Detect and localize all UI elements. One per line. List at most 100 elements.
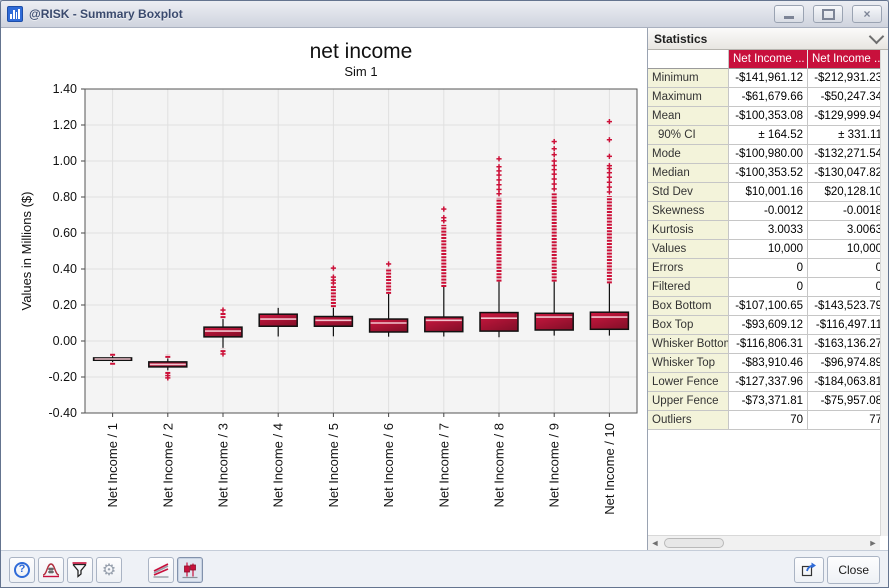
help-button[interactable]: ? bbox=[9, 557, 35, 583]
stats-value-cell: -$50,247.34 bbox=[808, 88, 881, 107]
stats-row: Whisker Top-$83,910.46-$96,974.89 bbox=[648, 354, 881, 373]
stats-row: Whisker Bottom-$116,806.31-$163,136.27 bbox=[648, 335, 881, 354]
settings-button[interactable]: ⚙ bbox=[96, 557, 122, 583]
stats-row-label: Box Top bbox=[648, 316, 729, 335]
risk-summary-boxplot-window: @RISK - Summary Boxplot × net incomeSim … bbox=[0, 0, 889, 588]
boxplot-chart-pane: net incomeSim 1-0.40-0.200.000.200.400.6… bbox=[1, 28, 648, 550]
stats-row-label: Whisker Bottom bbox=[648, 335, 729, 354]
scroll-right-arrow-icon[interactable]: ► bbox=[866, 537, 880, 549]
svg-text:Net Income / 3: Net Income / 3 bbox=[216, 423, 231, 508]
stats-value-cell: -$83,910.46 bbox=[729, 354, 808, 373]
stats-row-label: Std Dev bbox=[648, 183, 729, 202]
filter-button[interactable] bbox=[67, 557, 93, 583]
scroll-left-arrow-icon[interactable]: ◄ bbox=[648, 537, 662, 549]
minimize-button[interactable] bbox=[774, 5, 804, 23]
trend-lines-icon bbox=[152, 561, 170, 579]
stats-row-label: Filtered bbox=[648, 278, 729, 297]
stats-value-cell: 10,000 bbox=[729, 240, 808, 259]
stats-value-cell: -$130,047.82 bbox=[808, 164, 881, 183]
filter-funnel-icon bbox=[71, 561, 89, 579]
summary-boxplot-chart: net incomeSim 1-0.40-0.200.000.200.400.6… bbox=[1, 28, 647, 546]
stats-row: Kurtosis3.00333.0063 bbox=[648, 221, 881, 240]
svg-text:Values in Millions ($): Values in Millions ($) bbox=[19, 192, 34, 311]
stats-row: Values10,00010,000 bbox=[648, 240, 881, 259]
stats-row: Filtered00 bbox=[648, 278, 881, 297]
stats-value-cell: -$132,271.54 bbox=[808, 145, 881, 164]
close-button[interactable]: Close bbox=[827, 556, 880, 584]
stats-value-cell: -$100,353.52 bbox=[729, 164, 808, 183]
chevron-down-icon[interactable] bbox=[869, 29, 885, 45]
stats-row: Std Dev$10,001.16$20,128.10 bbox=[648, 183, 881, 202]
svg-text:-0.40: -0.40 bbox=[49, 406, 78, 420]
svg-text:0.40: 0.40 bbox=[53, 262, 77, 276]
stats-row: Upper Fence-$73,371.81-$75,957.08 bbox=[648, 392, 881, 411]
export-button[interactable] bbox=[794, 557, 824, 583]
distribution-curve-icon bbox=[42, 561, 60, 579]
stats-value-cell: 77 bbox=[808, 411, 881, 430]
stats-row: Outliers7077 bbox=[648, 411, 881, 430]
scrollbar-thumb[interactable] bbox=[664, 538, 724, 548]
svg-text:Net Income / 10: Net Income / 10 bbox=[602, 423, 617, 515]
distribution-format-button[interactable] bbox=[38, 557, 64, 583]
stats-value-cell: -$61,679.66 bbox=[729, 88, 808, 107]
svg-text:1.20: 1.20 bbox=[53, 118, 77, 132]
summary-boxplot-button[interactable] bbox=[177, 557, 203, 583]
svg-text:Net Income / 4: Net Income / 4 bbox=[271, 423, 286, 508]
stats-value-cell: 3.0063 bbox=[808, 221, 881, 240]
stats-column-header[interactable]: Net Income ... bbox=[808, 50, 881, 69]
stats-row: Errors00 bbox=[648, 259, 881, 278]
svg-text:0.80: 0.80 bbox=[53, 190, 77, 204]
stats-value-cell: 70 bbox=[729, 411, 808, 430]
svg-text:Net Income / 8: Net Income / 8 bbox=[492, 423, 507, 508]
stats-row-label: Median bbox=[648, 164, 729, 183]
stats-column-header[interactable]: Net Income ... bbox=[729, 50, 808, 69]
stats-row: 90% CI± 164.52± 331.11 bbox=[648, 126, 881, 145]
stats-value-cell: ± 164.52 bbox=[729, 126, 808, 145]
svg-text:net income: net income bbox=[310, 40, 413, 63]
stats-row-label: 90% CI bbox=[648, 126, 729, 145]
statistics-scroll-area: Net Income ...Net Income ...Minimum-$141… bbox=[648, 50, 888, 550]
stats-corner-cell bbox=[648, 50, 729, 69]
stats-row: Minimum-$141,961.12-$212,931.23 bbox=[648, 69, 881, 88]
stats-row-label: Maximum bbox=[648, 88, 729, 107]
stats-row-label: Kurtosis bbox=[648, 221, 729, 240]
window-title: @RISK - Summary Boxplot bbox=[29, 7, 765, 21]
stats-row-label: Lower Fence bbox=[648, 373, 729, 392]
stats-value-cell: 10,000 bbox=[808, 240, 881, 259]
stats-value-cell: -$93,609.12 bbox=[729, 316, 808, 335]
stats-row: Box Top-$93,609.12-$116,497.11 bbox=[648, 316, 881, 335]
stats-row: Mode-$100,980.00-$132,271.54 bbox=[648, 145, 881, 164]
svg-text:Net Income / 5: Net Income / 5 bbox=[326, 423, 341, 508]
stats-row: Skewness-0.0012-0.0018 bbox=[648, 202, 881, 221]
maximize-icon bbox=[822, 9, 835, 20]
stats-value-cell: ± 331.11 bbox=[808, 126, 881, 145]
stats-row: Median-$100,353.52-$130,047.82 bbox=[648, 164, 881, 183]
title-bar[interactable]: @RISK - Summary Boxplot × bbox=[1, 1, 888, 28]
stats-row-label: Minimum bbox=[648, 69, 729, 88]
svg-text:-0.20: -0.20 bbox=[49, 370, 78, 384]
stats-value-cell: -$73,371.81 bbox=[729, 392, 808, 411]
maximize-button[interactable] bbox=[813, 5, 843, 23]
svg-text:Net Income / 1: Net Income / 1 bbox=[105, 423, 120, 508]
app-logo-icon bbox=[7, 6, 23, 22]
vertical-scrollbar[interactable] bbox=[880, 50, 888, 536]
stats-value-cell: 0 bbox=[808, 278, 881, 297]
close-icon: × bbox=[863, 8, 870, 20]
svg-text:1.40: 1.40 bbox=[53, 82, 77, 96]
svg-text:Net Income / 9: Net Income / 9 bbox=[547, 423, 562, 508]
stats-row-label: Skewness bbox=[648, 202, 729, 221]
stats-row-label: Errors bbox=[648, 259, 729, 278]
close-window-button[interactable]: × bbox=[852, 5, 882, 23]
stats-row: Box Bottom-$107,100.65-$143,523.79 bbox=[648, 297, 881, 316]
stats-value-cell: -$116,806.31 bbox=[729, 335, 808, 354]
horizontal-scrollbar[interactable]: ◄ ► bbox=[648, 535, 880, 550]
stats-value-cell: -$212,931.23 bbox=[808, 69, 881, 88]
stats-value-cell: -0.0012 bbox=[729, 202, 808, 221]
stats-row-label: Whisker Top bbox=[648, 354, 729, 373]
stats-value-cell: -$116,497.11 bbox=[808, 316, 881, 335]
stats-value-cell: 0 bbox=[729, 278, 808, 297]
stats-row-label: Upper Fence bbox=[648, 392, 729, 411]
statistics-panel-header[interactable]: Statistics bbox=[648, 28, 888, 50]
statistics-table: Net Income ...Net Income ...Minimum-$141… bbox=[648, 50, 881, 430]
summary-trend-button[interactable] bbox=[148, 557, 174, 583]
